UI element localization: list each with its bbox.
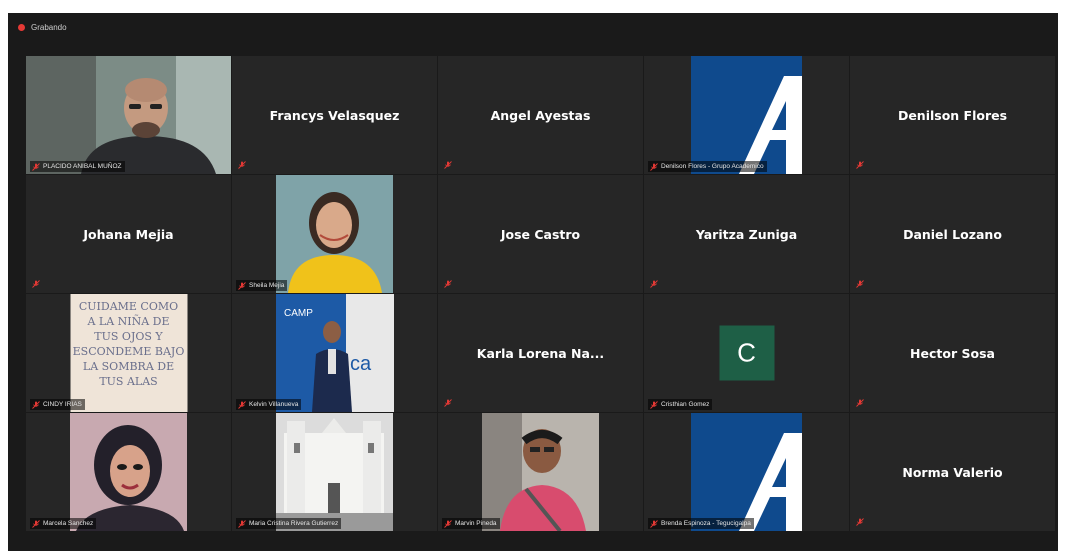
meeting-window: Grabando PLACIDO ANIBAL MUÑOZ Francys Vel… <box>8 13 1058 551</box>
sign-text-line: CUIDAME COMO <box>78 300 177 313</box>
participant-label: Marcela Sanchez <box>30 518 97 529</box>
participant-label-text: Marcela Sanchez <box>43 520 94 527</box>
muted-mic-icon <box>856 280 864 288</box>
participant-tile[interactable]: Denilson Flores - Grupo Academico <box>644 56 849 174</box>
participant-tile[interactable]: Marcela Sanchez <box>26 413 231 531</box>
avatar-initial: C <box>719 325 774 381</box>
participant-video <box>232 175 437 293</box>
participant-video: CAMP ca <box>232 294 437 412</box>
participant-name: Denilson Flores <box>897 107 1008 123</box>
muted-mic-icon <box>650 520 658 528</box>
muted-mic-icon <box>32 163 40 171</box>
participant-label: Kelvin Villanueva <box>236 399 302 410</box>
participant-tile[interactable]: PLACIDO ANIBAL MUÑOZ <box>26 56 231 174</box>
participant-label: Denilson Flores - Grupo Academico <box>648 161 767 172</box>
participant-tile[interactable]: C Cristhian Gomez <box>644 294 849 412</box>
participant-name: Karla Lorena Na... <box>476 345 605 361</box>
recording-icon <box>18 23 25 31</box>
participant-tile[interactable]: Brenda Espinoza - Tegucigalpa <box>644 413 849 531</box>
participant-tile[interactable]: Yaritza Zuniga <box>644 175 849 293</box>
participant-label: CINDY IRIAS <box>30 399 85 410</box>
participant-tile[interactable]: Marvin Pineda <box>438 413 643 531</box>
participant-label: Maria Cristina Rivera Gutierrez <box>236 518 342 529</box>
recording-label: Grabando <box>31 22 67 32</box>
muted-mic-icon <box>650 401 658 409</box>
participant-name: Jose Castro <box>500 226 581 242</box>
participant-label-text: Denilson Flores - Grupo Academico <box>661 163 764 170</box>
participant-video <box>438 413 643 531</box>
muted-mic-icon <box>444 161 452 169</box>
participant-tile[interactable]: Karla Lorena Na... <box>438 294 643 412</box>
muted-mic-icon <box>856 161 864 169</box>
participant-tile[interactable]: Maria Cristina Rivera Gutierrez <box>232 413 437 531</box>
participant-label-text: Sheila Mejia <box>249 282 285 289</box>
participant-tile[interactable]: CUIDAME COMO A LA NIÑA DE TUS OJOS Y ESCOND… <box>26 294 231 412</box>
participant-name: Hector Sosa <box>910 345 995 361</box>
sign-text-line: ESCONDEME BAJO <box>72 345 184 358</box>
participant-name: Yaritza Zuniga <box>695 226 798 242</box>
participant-tile[interactable]: Francys Velasquez <box>232 56 437 174</box>
participant-name: Johana Mejia <box>83 226 174 242</box>
svg-text:CAMP: CAMP <box>284 308 313 319</box>
participant-video <box>26 56 231 174</box>
participant-label: Brenda Espinoza - Tegucigalpa <box>648 518 754 529</box>
muted-mic-icon <box>238 401 246 409</box>
participant-video: CUIDAME COMO A LA NIÑA DE TUS OJOS Y ESCOND… <box>70 294 187 412</box>
participant-label-text: CINDY IRIAS <box>43 401 82 408</box>
participant-tile[interactable]: Johana Mejia <box>26 175 231 293</box>
sign-text-line: LA SOMBRA DE <box>82 360 173 373</box>
top-bar: Grabando <box>8 13 1058 41</box>
muted-mic-icon <box>856 399 864 407</box>
participant-label-text: Kelvin Villanueva <box>249 401 299 408</box>
participant-name: Daniel Lozano <box>903 226 1002 242</box>
participant-video <box>232 413 437 531</box>
sign-text-line: TUS OJOS Y <box>94 330 163 343</box>
muted-mic-icon <box>238 520 246 528</box>
participant-tile[interactable]: Sheila Mejia <box>232 175 437 293</box>
participant-tile[interactable]: Norma Valerio <box>850 413 1055 531</box>
muted-mic-icon <box>650 163 658 171</box>
svg-text:ca: ca <box>350 353 372 375</box>
participant-label-text: PLACIDO ANIBAL MUÑOZ <box>43 163 122 170</box>
participant-video <box>26 413 231 531</box>
participant-tile[interactable]: Hector Sosa <box>850 294 1055 412</box>
participant-label-text: Cristhian Gomez <box>661 401 710 408</box>
participant-tile[interactable]: CAMP ca Kelvin Villanueva <box>232 294 437 412</box>
participant-label-text: Marvin Pineda <box>455 520 497 527</box>
muted-mic-icon <box>32 520 40 528</box>
profile-logo <box>644 56 849 174</box>
participant-name: Norma Valerio <box>902 464 1003 480</box>
muted-mic-icon <box>444 280 452 288</box>
muted-mic-icon <box>856 518 864 526</box>
muted-mic-icon <box>238 161 246 169</box>
participant-label-text: Brenda Espinoza - Tegucigalpa <box>661 520 751 527</box>
participant-label: Sheila Mejia <box>236 280 288 291</box>
profile-logo <box>644 413 849 531</box>
muted-mic-icon <box>32 401 40 409</box>
participant-name: Francys Velasquez <box>269 107 400 123</box>
participant-tile[interactable]: Angel Ayestas <box>438 56 643 174</box>
muted-mic-icon <box>444 520 452 528</box>
sign-text-line: TUS ALAS <box>99 375 157 388</box>
participant-tile[interactable]: Daniel Lozano <box>850 175 1055 293</box>
muted-mic-icon <box>32 280 40 288</box>
muted-mic-icon <box>650 280 658 288</box>
participant-label: PLACIDO ANIBAL MUÑOZ <box>30 161 125 172</box>
muted-mic-icon <box>238 282 246 290</box>
participant-label-text: Maria Cristina Rivera Gutierrez <box>249 520 339 527</box>
participant-tile[interactable]: Denilson Flores <box>850 56 1055 174</box>
participant-name: Angel Ayestas <box>490 107 591 123</box>
participant-label: Cristhian Gomez <box>648 399 713 410</box>
participant-label: Marvin Pineda <box>442 518 500 529</box>
gallery-grid: PLACIDO ANIBAL MUÑOZ Francys Velasquez Ang… <box>26 56 1055 531</box>
sign-text-line: A LA NIÑA DE <box>86 314 169 328</box>
muted-mic-icon <box>444 399 452 407</box>
participant-tile[interactable]: Jose Castro <box>438 175 643 293</box>
